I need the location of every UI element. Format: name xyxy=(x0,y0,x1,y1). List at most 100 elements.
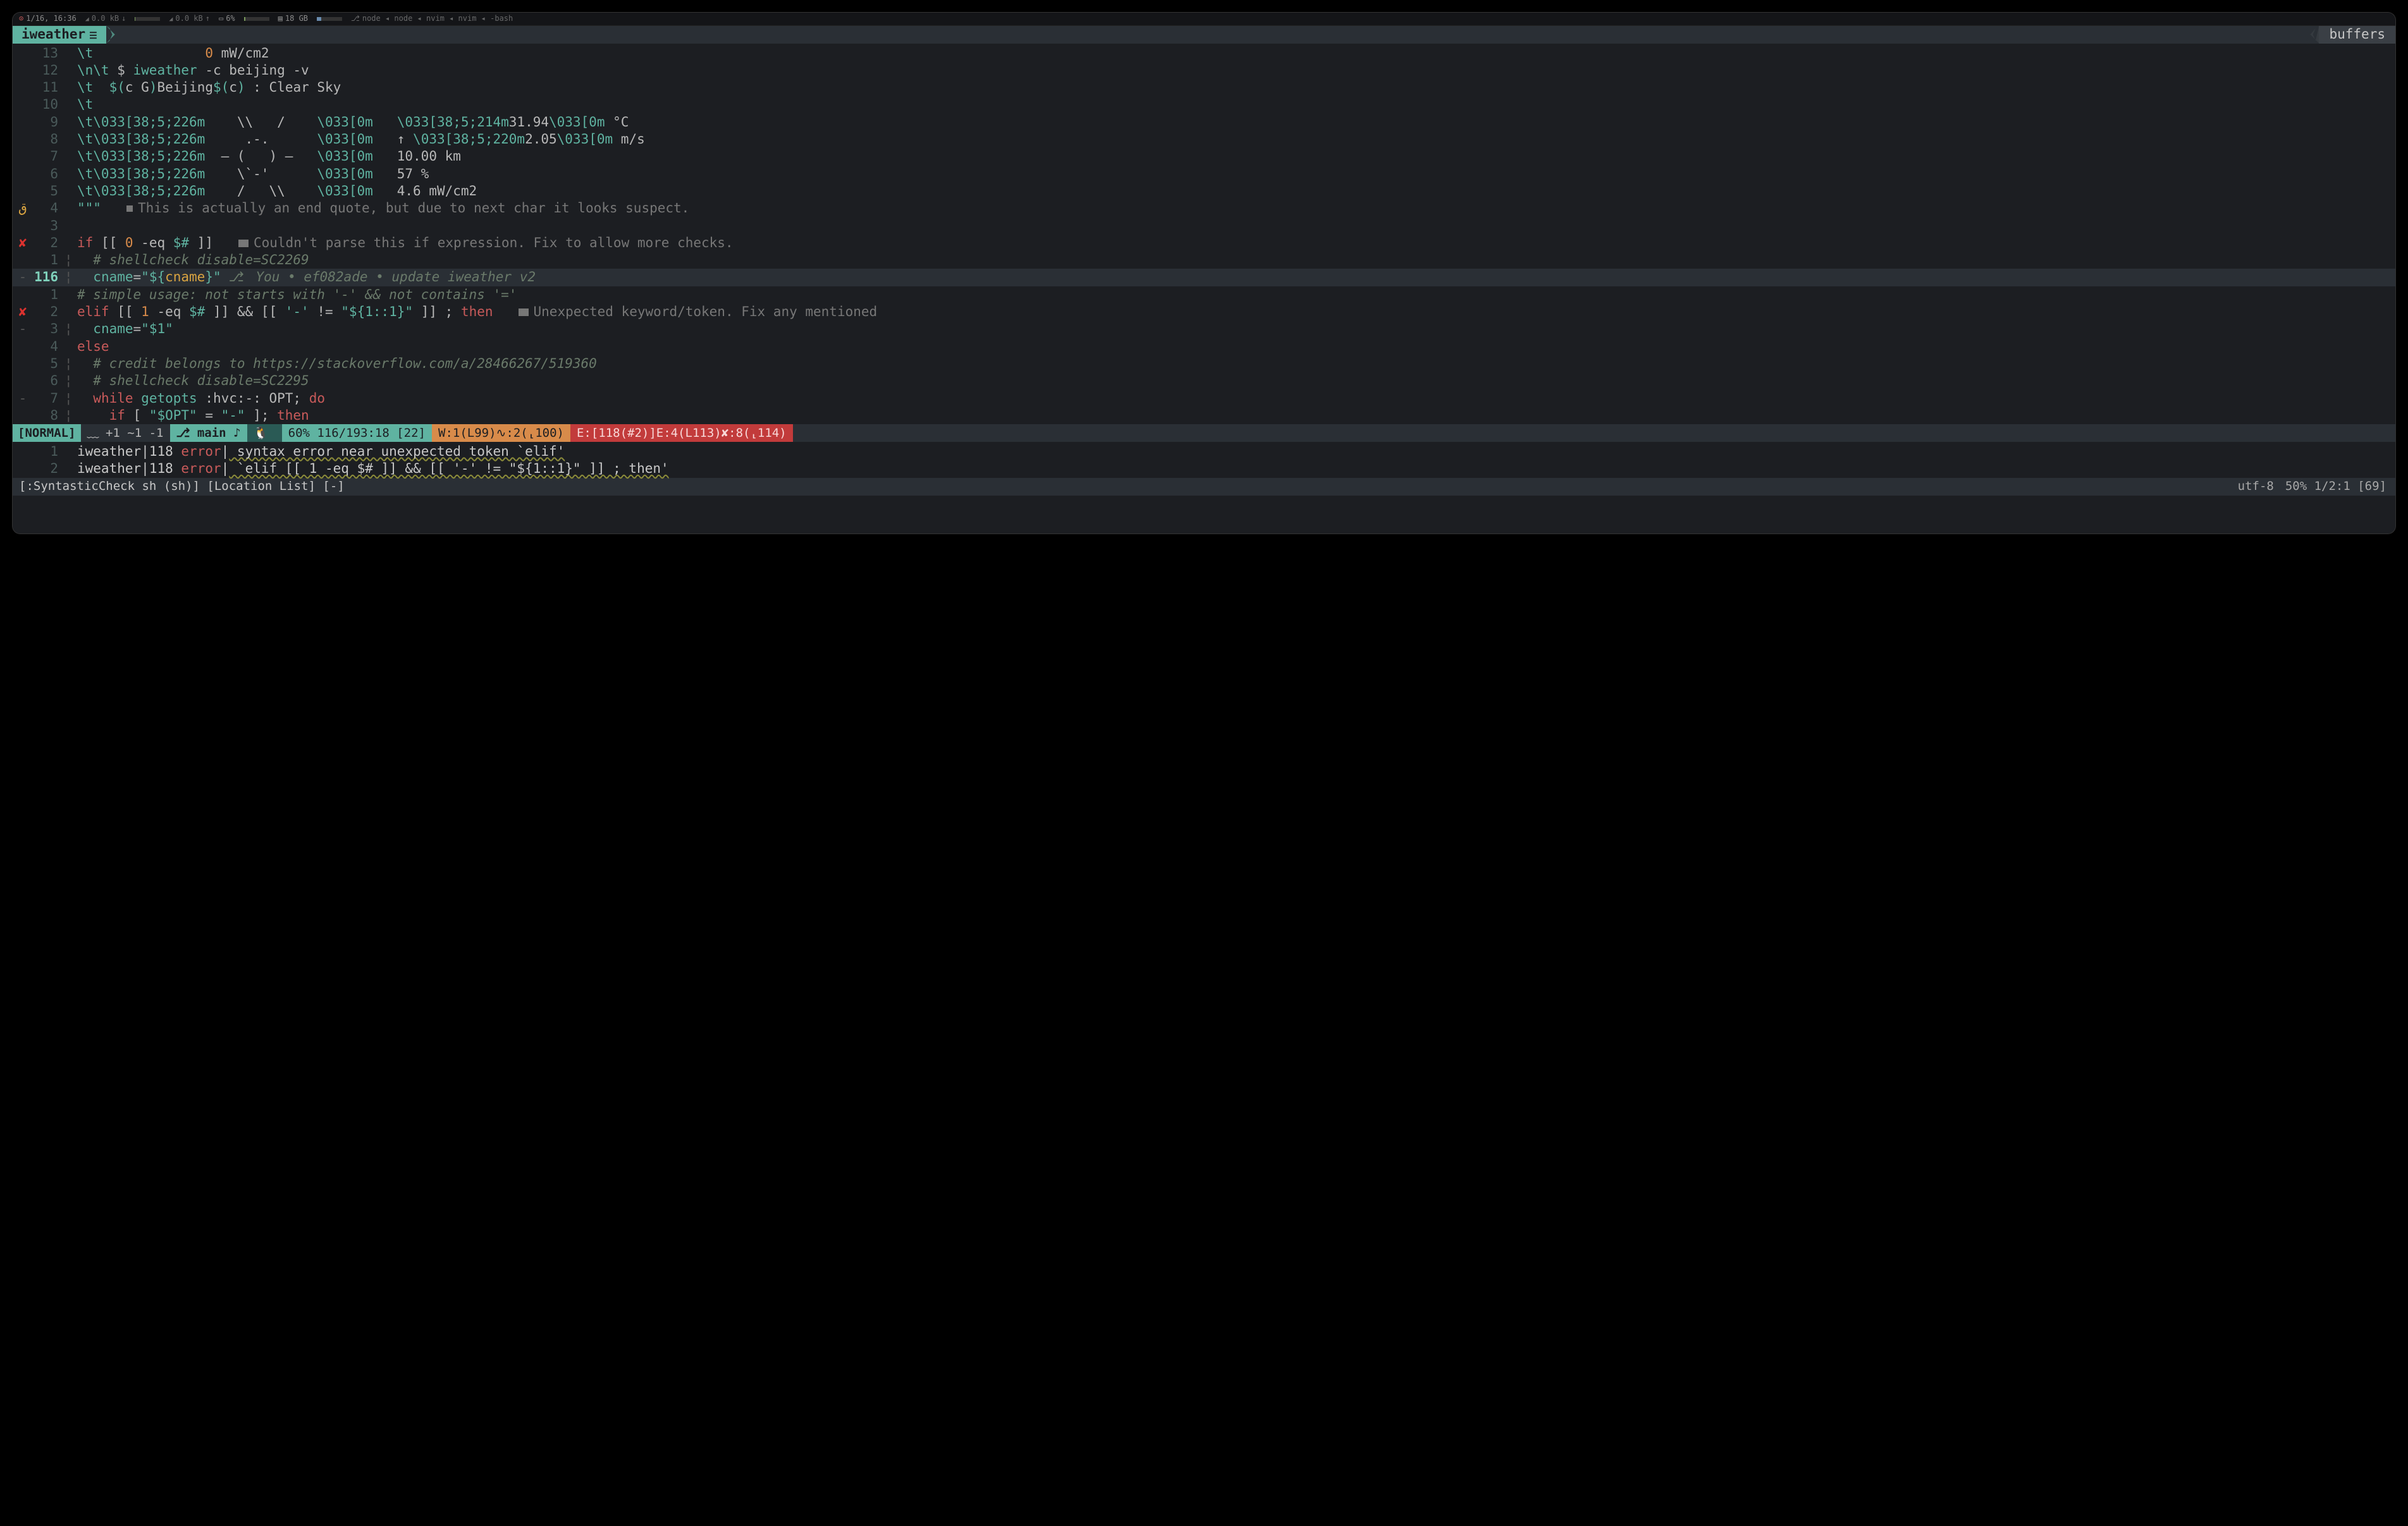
fold-column: ¦ xyxy=(64,355,75,372)
git-blame: You • ef082ade • update iweather v2 xyxy=(229,269,536,286)
tabline-spacer xyxy=(106,26,2319,44)
fold-column xyxy=(64,235,75,252)
code-line[interactable]: 1 # simple usage: not starts with '-' &&… xyxy=(13,286,2395,303)
diagnostic-icon xyxy=(126,205,133,212)
sysbar-procs: node ◂ node ◂ nvim ◂ nvim ◂ -bash xyxy=(362,14,513,24)
code-line[interactable]: 6¦ # shellcheck disable=SC2295 xyxy=(13,372,2395,389)
sign-column xyxy=(13,460,29,477)
line-number: 6 xyxy=(29,372,64,389)
diagnostic-icon xyxy=(238,240,249,247)
line-number: 7 xyxy=(29,390,64,407)
errors-indicator: E:[118(#2)]E:4(L113)✘:8(⸤114) xyxy=(570,424,793,442)
memory-icon xyxy=(278,14,283,24)
line-number: 4 xyxy=(29,338,64,355)
code-line[interactable]: 4 else xyxy=(13,338,2395,355)
code-content: cname="$1" xyxy=(75,320,173,338)
diagnostic-icon xyxy=(519,308,529,316)
status-line: [NORMAL] ﹏ +1 ~1 -1 ⎇ main ♪ 🐧 60% 116/1… xyxy=(13,424,2395,442)
code-line[interactable]: 8¦ if [ "$OPT" = "-" ]; then xyxy=(13,407,2395,424)
code-line[interactable]: -7¦ while getopts :hvc:-: OPT; do xyxy=(13,390,2395,407)
system-status-bar: 1/16, 16:36 0.0 kB↓ 0.0 kB↑ 6% 18 GB nod… xyxy=(13,13,2395,26)
code-content: # simple usage: not starts with '-' && n… xyxy=(75,286,517,303)
line-number: 12 xyxy=(29,62,64,79)
linux-icon: 🐧 xyxy=(254,425,269,441)
code-line[interactable]: 12 \n\t $ iweather -c beijing -v xyxy=(13,62,2395,79)
code-content: if [[ 0 -eq $# ]] xyxy=(75,235,213,252)
line-number: 5 xyxy=(29,355,64,372)
loclist-item[interactable]: 1 iweather|118 error| syntax error near … xyxy=(13,443,2395,460)
fold-column xyxy=(64,166,75,183)
code-line[interactable]: -116¦ cname="${cname}" You • ef082ade • … xyxy=(13,269,2395,286)
line-number: 13 xyxy=(29,45,64,62)
code-line[interactable]: 8 \t\033[38;5;226m .-. \033[0m ↑ \033[38… xyxy=(13,131,2395,148)
fold-column xyxy=(64,148,75,165)
code-line[interactable]: ✘2 if [[ 0 -eq $# ]]Couldn't parse this … xyxy=(13,235,2395,252)
code-content: \n\t $ iweather -c beijing -v xyxy=(75,62,309,79)
line-number: 1 xyxy=(29,252,64,269)
code-line[interactable]: 5¦ # credit belongs to https://stackover… xyxy=(13,355,2395,372)
fold-column xyxy=(64,286,75,303)
download-icon xyxy=(85,14,89,24)
code-content: elif [[ 1 -eq $# ]] && [[ '-' != "${1::1… xyxy=(75,303,493,320)
code-content: \t\033[38;5;226m .-. \033[0m ↑ \033[38;5… xyxy=(75,131,645,148)
tabline-right[interactable]: buffers xyxy=(2319,26,2395,44)
code-line[interactable]: 7 \t\033[38;5;226m ― ( ) ― \033[0m 10.00… xyxy=(13,148,2395,165)
code-content: # shellcheck disable=SC2269 xyxy=(75,252,309,269)
sysbar-battery: 6% xyxy=(226,14,235,24)
line-number: 5 xyxy=(29,183,64,200)
line-number: 4 xyxy=(29,200,64,217)
fold-column: ¦ xyxy=(64,269,75,286)
sysbar-memory: 18 GB xyxy=(285,14,308,24)
memory-meter xyxy=(317,17,342,21)
code-line[interactable]: 5 \t\033[38;5;226m / \\ \033[0m 4.6 mW/c… xyxy=(13,183,2395,200)
branch-icon xyxy=(351,14,360,24)
loclist-position: 50% 1/2:1 [69] xyxy=(2285,479,2386,494)
line-number: 10 xyxy=(29,96,64,113)
line-number: 1 xyxy=(29,443,64,460)
git-icon xyxy=(229,269,244,286)
loclist-title: [:SyntasticCheck sh (sh)] [Location List… xyxy=(13,479,351,494)
battery-meter xyxy=(244,17,269,21)
fold-column xyxy=(64,45,75,62)
code-content: \t 0 mW/cm2 xyxy=(75,45,269,62)
upload-icon xyxy=(169,14,173,24)
code-content: \t\033[38;5;226m \\ / \033[0m \033[38;5;… xyxy=(75,114,629,131)
line-number: 2 xyxy=(29,235,64,252)
fold-column xyxy=(64,443,75,460)
code-line[interactable]: 11 \t $(c G)Beijing$(c) : Clear Sky xyxy=(13,79,2395,96)
encoding-indicator: utf-8 xyxy=(2238,479,2274,494)
line-number: 2 xyxy=(29,303,64,320)
line-number: 8 xyxy=(29,407,64,424)
fold-column: ¦ xyxy=(64,407,75,424)
code-line[interactable]: 6 \t\033[38;5;226m \`-' \033[0m 57 % xyxy=(13,166,2395,183)
fold-column xyxy=(64,200,75,217)
window-bottom-pad xyxy=(13,496,2395,534)
code-line[interactable]: 13 \t 0 mW/cm2 xyxy=(13,45,2395,62)
music-icon: ♪ xyxy=(233,425,240,441)
loclist-item[interactable]: 2 iweather|118 error| `elif [[ 1 -eq $# … xyxy=(13,460,2395,477)
line-number: 6 xyxy=(29,166,64,183)
tab-active[interactable]: iweather xyxy=(13,26,106,44)
code-content: if [ "$OPT" = "-" ]; then xyxy=(75,407,309,424)
loclist-content: iweather|118 error| syntax error near un… xyxy=(75,443,565,460)
line-number: 2 xyxy=(29,460,64,477)
tabline-right-label: buffers xyxy=(2329,26,2385,43)
location-list-pane[interactable]: 1 iweather|118 error| syntax error near … xyxy=(13,442,2395,478)
code-line[interactable]: ق4 """This is actually an end quote, but… xyxy=(13,200,2395,217)
code-content: """ xyxy=(75,200,101,217)
sysbar-net-down: 0.0 kB xyxy=(92,14,119,24)
fold-column xyxy=(64,183,75,200)
code-line[interactable]: 3 xyxy=(13,217,2395,235)
code-line[interactable]: 9 \t\033[38;5;226m \\ / \033[0m \033[38;… xyxy=(13,114,2395,131)
code-line[interactable]: -3¦ cname="$1" xyxy=(13,320,2395,338)
code-content: \t\033[38;5;226m / \\ \033[0m 4.6 mW/cm2 xyxy=(75,183,477,200)
editor-pane[interactable]: 13 \t 0 mW/cm212 \n\t $ iweather -c beij… xyxy=(13,44,2395,425)
tab-label: iweather xyxy=(22,26,85,43)
fold-column xyxy=(64,79,75,96)
code-line[interactable]: ✘2 elif [[ 1 -eq $# ]] && [[ '-' != "${1… xyxy=(13,303,2395,320)
code-line[interactable]: 1¦ # shellcheck disable=SC2269 xyxy=(13,252,2395,269)
line-number: 9 xyxy=(29,114,64,131)
sign-column: - xyxy=(13,269,29,286)
code-line[interactable]: 10 \t xyxy=(13,96,2395,113)
code-content: # credit belongs to https://stackoverflo… xyxy=(75,355,597,372)
